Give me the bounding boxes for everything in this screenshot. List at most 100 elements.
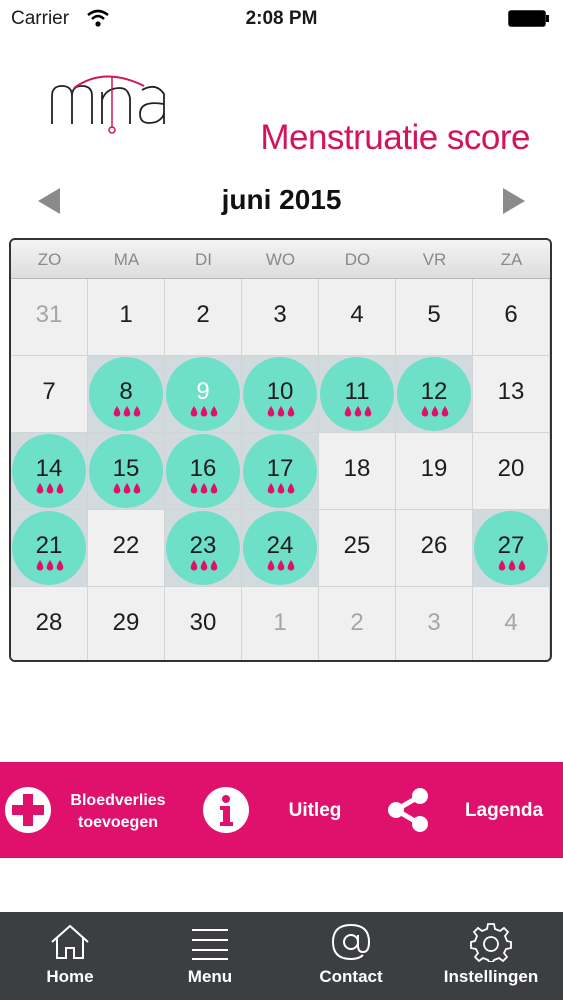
calendar-day[interactable]: 4	[319, 279, 395, 355]
calendar-day[interactable]: 23	[165, 510, 241, 586]
calendar-day[interactable]: 8	[88, 356, 164, 432]
calendar-day-number: 30	[189, 609, 217, 636]
calendar-day-number: 27	[497, 532, 525, 559]
calendar-day-number: 26	[420, 532, 448, 559]
calendar-day[interactable]: 12	[396, 356, 472, 432]
blood-drop-icon	[267, 406, 295, 417]
weekday-label: DO	[344, 250, 371, 269]
blood-drop-icon	[36, 560, 64, 571]
calendar-day[interactable]: 13	[473, 356, 549, 432]
add-blood-loss-label-line2: toevoegen	[77, 814, 158, 831]
calendar-day[interactable]: 24	[242, 510, 318, 586]
calendar-day[interactable]: 2	[165, 279, 241, 355]
legend-label: Lagenda	[464, 800, 544, 821]
explanation-label: Uitleg	[288, 800, 342, 821]
calendar-day-number: 17	[266, 455, 294, 482]
weekday-label: ZO	[37, 250, 62, 269]
action-bar: Bloedverlies toevoegen Uitleg Lagenda	[0, 762, 563, 858]
calendar-day-number: 14	[35, 455, 63, 482]
calendar-day-number: 20	[497, 455, 525, 482]
calendar-day[interactable]: 6	[473, 279, 549, 355]
calendar-day[interactable]: 9	[165, 356, 241, 432]
calendar-day[interactable]: 3	[396, 587, 472, 660]
calendar-day-number: 7	[42, 378, 56, 405]
calendar-day-number: 9	[196, 378, 210, 405]
mra-logo	[44, 70, 188, 136]
calendar-day[interactable]: 17	[242, 433, 318, 509]
calendar-day[interactable]: 25	[319, 510, 395, 586]
tab-home-label: Home	[46, 967, 94, 986]
calendar-day[interactable]: 19	[396, 433, 472, 509]
calendar-day-number: 21	[35, 532, 63, 559]
calendar-day-number: 10	[266, 378, 294, 405]
blood-drop-icon	[190, 406, 218, 417]
weekday-header: ZO MA DI WO DO VR ZA	[11, 240, 550, 279]
info-icon	[203, 787, 249, 833]
calendar-day[interactable]: 1	[242, 587, 318, 660]
gear-icon	[470, 923, 512, 962]
calendar-day-number: 18	[343, 455, 371, 482]
share-icon	[388, 788, 428, 832]
calendar-day-number: 6	[504, 301, 518, 328]
blood-drop-icon	[267, 560, 295, 571]
calendar-day-number: 19	[420, 455, 448, 482]
calendar-day-number: 23	[189, 532, 217, 559]
calendar-day[interactable]: 1	[88, 279, 164, 355]
calendar-day[interactable]: 7	[11, 356, 87, 432]
blood-drop-icon	[36, 483, 64, 494]
tab-contact[interactable]: Contact	[281, 912, 421, 1000]
calendar-day[interactable]: 2	[319, 587, 395, 660]
calendar-day[interactable]: 27	[473, 510, 549, 586]
calendar-day[interactable]: 14	[11, 433, 87, 509]
calendar-day[interactable]: 20	[473, 433, 549, 509]
menu-icon	[192, 929, 228, 960]
calendar-day[interactable]: 4	[473, 587, 549, 660]
legend-button[interactable]: Lagenda	[376, 762, 563, 858]
blood-drop-icon	[190, 483, 218, 494]
calendar-day[interactable]: 5	[396, 279, 472, 355]
calendar-day[interactable]: 16	[165, 433, 241, 509]
tab-menu[interactable]: Menu	[140, 912, 280, 1000]
calendar-day[interactable]: 11	[319, 356, 395, 432]
calendar-day[interactable]: 18	[319, 433, 395, 509]
calendar-day[interactable]: 15	[88, 433, 164, 509]
calendar-day[interactable]: 31	[11, 279, 87, 355]
weekday-label: WO	[265, 250, 296, 269]
calendar-day[interactable]: 21	[11, 510, 87, 586]
clock: 2:08 PM	[245, 8, 318, 29]
tab-settings[interactable]: Instellingen	[421, 912, 561, 1000]
calendar-day-number: 11	[344, 378, 370, 405]
calendar-day[interactable]: 29	[88, 587, 164, 660]
explanation-button[interactable]: Uitleg	[188, 762, 375, 858]
next-month-button[interactable]	[501, 186, 527, 216]
calendar-day-number: 16	[189, 455, 217, 482]
add-blood-loss-label-line1: Bloedverlies	[70, 792, 166, 809]
tab-home[interactable]: Home	[0, 912, 140, 1000]
page-title: Menstruatie score	[260, 118, 530, 157]
calendar-day-number: 1	[273, 609, 287, 636]
weekday-label: VR	[422, 250, 447, 269]
tab-bar: Home Menu Contact Instellingen	[0, 912, 563, 1000]
calendar-day-number: 8	[119, 378, 133, 405]
calendar-day[interactable]: 3	[242, 279, 318, 355]
status-bar: Carrier 2:08 PM	[0, 0, 563, 38]
calendar-day-number: 2	[196, 301, 210, 328]
calendar-day-number: 31	[35, 301, 63, 328]
weekday-label: ZA	[500, 250, 523, 269]
calendar-day[interactable]: 26	[396, 510, 472, 586]
blood-drop-icon	[344, 406, 372, 417]
blood-drop-icon	[267, 483, 295, 494]
calendar-day[interactable]: 30	[165, 587, 241, 660]
blood-drop-icon	[190, 560, 218, 571]
calendar-day-number: 28	[35, 609, 63, 636]
calendar-day-number: 15	[112, 455, 140, 482]
calendar-day[interactable]: 10	[242, 356, 318, 432]
calendar-day[interactable]: 22	[88, 510, 164, 586]
calendar-day-number: 3	[427, 609, 441, 636]
blood-drop-icon	[113, 406, 141, 417]
add-blood-loss-button[interactable]: Bloedverlies toevoegen	[0, 762, 187, 858]
calendar-day[interactable]: 28	[11, 587, 87, 660]
calendar-day-number: 3	[273, 301, 287, 328]
blood-drop-icon	[113, 483, 141, 494]
weekday-label: MA	[113, 250, 140, 269]
